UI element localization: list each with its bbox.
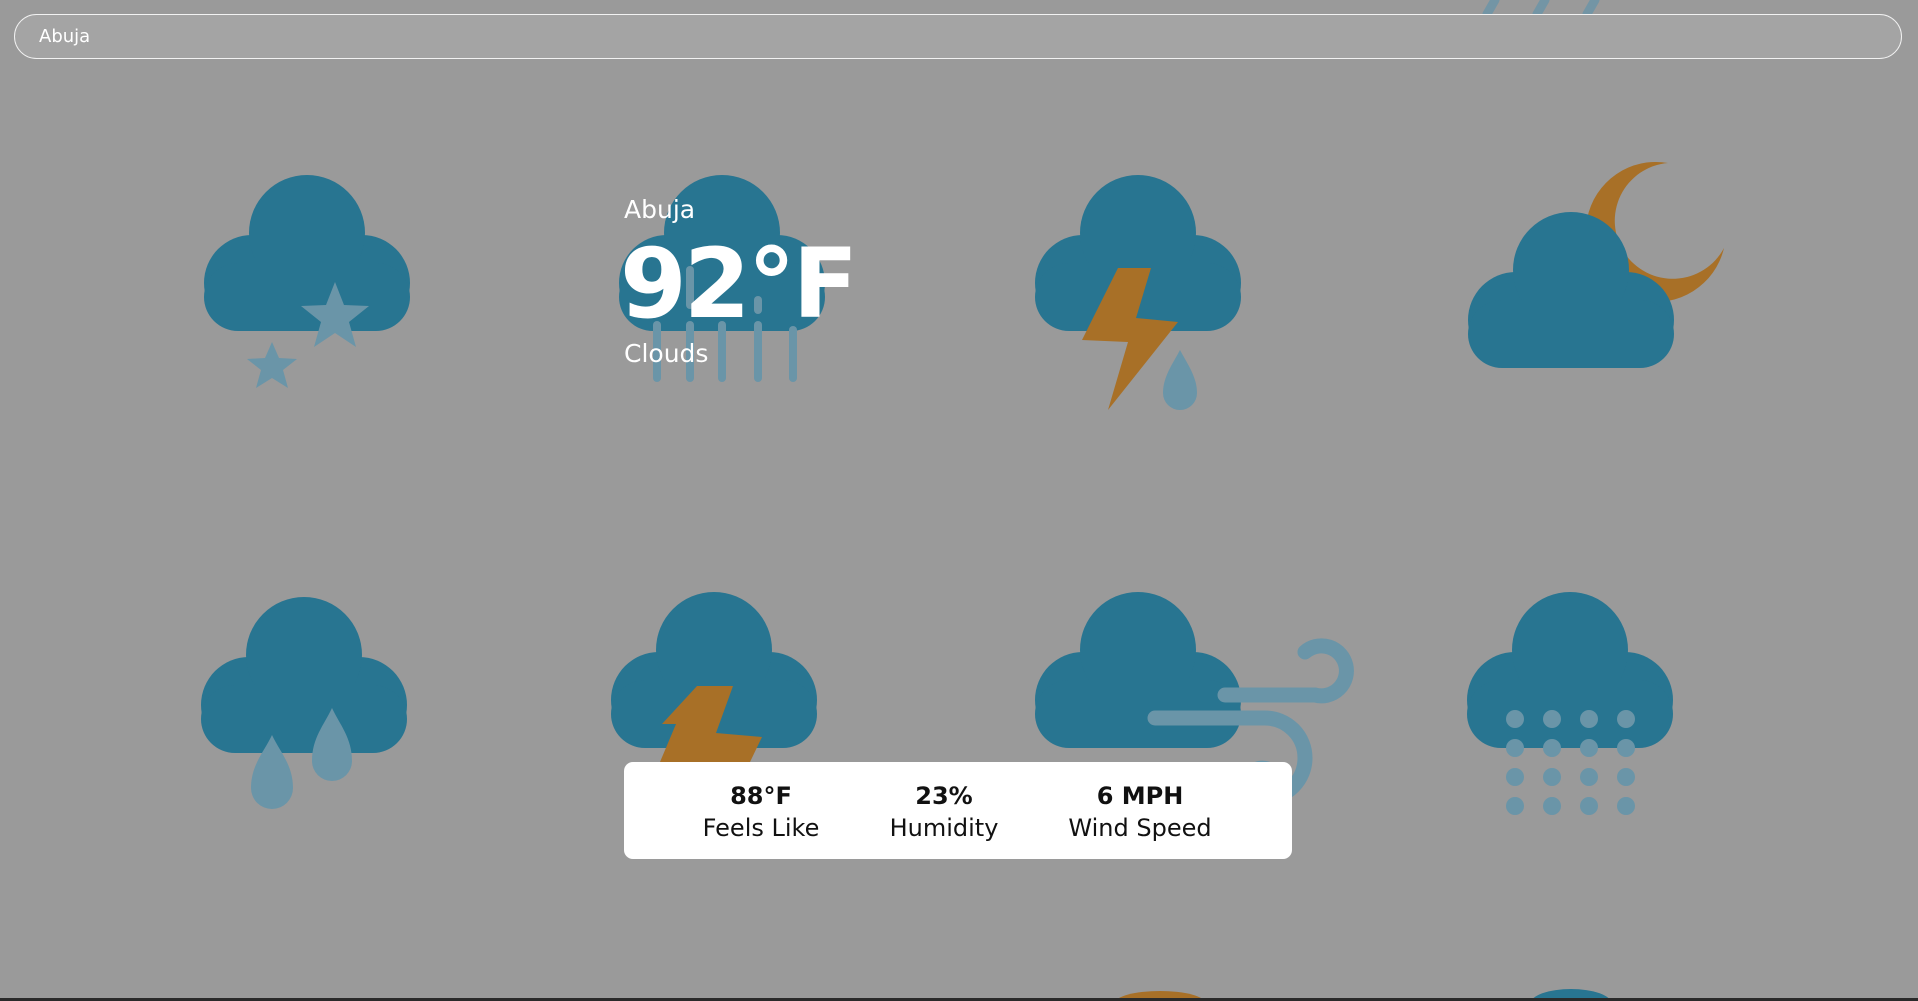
current-weather: Abuja 92°F Clouds <box>620 190 858 374</box>
weather-details-card: 88°F Feels Like 23% Humidity 6 MPH Wind … <box>624 762 1292 859</box>
cloud-thunder-icon <box>611 592 817 762</box>
wind-speed-value: 6 MPH <box>1096 782 1184 810</box>
feels-like-label: Feels Like <box>702 814 820 842</box>
weather-app: Abuja 92°F Clouds 88°F Feels Like 23% Hu… <box>0 0 1918 1001</box>
wind-speed-detail: 6 MPH Wind Speed <box>1068 780 1211 844</box>
humidity-detail: 23% Humidity <box>890 780 999 844</box>
humidity-value: 23% <box>915 782 973 810</box>
cloud-moon-icon <box>1468 161 1724 368</box>
city-name: Abuja <box>624 195 696 224</box>
feels-like-value: 88°F <box>730 782 792 810</box>
cloud-rain-drops-icon <box>201 597 407 809</box>
cloud-thunder-rain-icon <box>1035 175 1241 410</box>
top-rain-streaks-icon <box>1482 0 1600 19</box>
temperature: 92°F <box>620 228 858 340</box>
wind-speed-label: Wind Speed <box>1068 814 1212 842</box>
weather-condition: Clouds <box>624 339 709 368</box>
search-input[interactable] <box>14 14 1902 59</box>
cloud-stars-icon <box>204 175 410 388</box>
cloud-snow-icon <box>1467 592 1673 815</box>
feels-like-detail: 88°F Feels Like <box>703 780 820 844</box>
humidity-label: Humidity <box>889 814 999 842</box>
